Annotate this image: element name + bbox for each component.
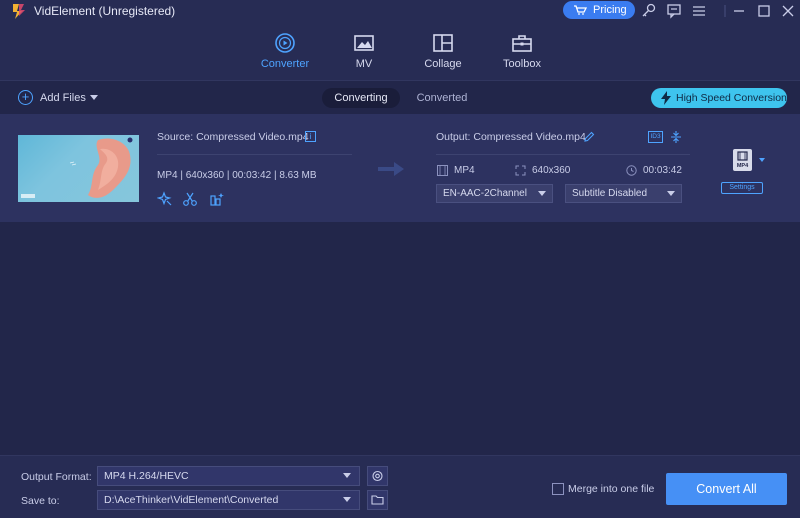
- edit-name-icon[interactable]: [583, 131, 595, 143]
- high-speed-label: High Speed Conversion: [676, 92, 787, 104]
- close-icon[interactable]: [779, 2, 797, 20]
- mv-icon: [354, 35, 374, 51]
- format-settings-button[interactable]: [367, 466, 388, 486]
- resolution-icon: [515, 165, 526, 176]
- settings-button[interactable]: Settings: [721, 182, 763, 194]
- tab-toolbox-label: Toolbox: [503, 58, 541, 70]
- subtitle-select[interactable]: Subtitle Disabled: [565, 184, 682, 203]
- tab-collage[interactable]: Collage: [403, 30, 483, 78]
- output-file-name: Output: Compressed Video.mp4: [436, 131, 586, 143]
- audio-track-value: EN-AAC-2Channel: [443, 188, 527, 199]
- tab-mv-label: MV: [355, 58, 373, 70]
- chevron-down-icon: [667, 191, 675, 196]
- tab-toolbox[interactable]: Toolbox: [482, 30, 562, 78]
- pricing-button[interactable]: Pricing: [563, 1, 635, 19]
- film-icon: [437, 165, 448, 176]
- compress-icon[interactable]: [670, 130, 682, 144]
- tab-converted[interactable]: Converted: [406, 88, 478, 108]
- add-files-label: Add Files: [40, 92, 86, 104]
- add-files-button[interactable]: + Add Files: [18, 90, 86, 106]
- pricing-label: Pricing: [593, 4, 627, 16]
- cart-icon: [574, 5, 587, 15]
- chevron-down-icon: [343, 473, 351, 478]
- high-speed-conversion-button[interactable]: High Speed Conversion: [651, 88, 787, 108]
- tab-converter[interactable]: Converter: [245, 30, 325, 78]
- save-to-label: Save to:: [21, 495, 60, 507]
- save-to-path: D:\AceThinker\VidElement\Converted: [104, 494, 279, 506]
- toolbox-icon: [512, 35, 532, 52]
- minimize-icon[interactable]: [730, 2, 748, 20]
- converter-icon: [275, 33, 295, 53]
- source-file-meta: MP4 | 640x360 | 00:03:42 | 8.63 MB: [157, 170, 317, 181]
- chevron-down-icon: [343, 497, 351, 502]
- enhance-icon[interactable]: [157, 191, 173, 207]
- maximize-icon[interactable]: [755, 2, 773, 20]
- output-format-select-value: MP4 H.264/HEVC: [104, 470, 189, 482]
- convert-all-button[interactable]: Convert All: [666, 473, 787, 505]
- collage-icon: [433, 34, 453, 52]
- gear-icon: [372, 470, 383, 482]
- bottom-bar: Output Format: MP4 H.264/HEVC Save to: D…: [0, 455, 800, 518]
- tab-converter-label: Converter: [260, 58, 310, 70]
- tab-collage-label: Collage: [424, 58, 462, 70]
- video-thumbnail[interactable]: [18, 135, 139, 202]
- add-files-dropdown-icon[interactable]: [90, 95, 98, 100]
- info-icon[interactable]: i: [305, 131, 316, 142]
- output-format: MP4: [437, 165, 475, 176]
- subtitle-value: Subtitle Disabled: [572, 188, 648, 199]
- tab-converting[interactable]: Converting: [322, 88, 400, 108]
- format-dropdown-icon[interactable]: [759, 158, 765, 162]
- convert-arrow-icon: [378, 162, 404, 176]
- open-folder-button[interactable]: [367, 490, 388, 510]
- title-bar: VidElement (Unregistered) Pricing: [0, 0, 800, 22]
- divider: [436, 154, 690, 155]
- merge-checkbox[interactable]: [552, 483, 564, 495]
- save-to-select[interactable]: D:\AceThinker\VidElement\Converted: [97, 490, 360, 510]
- merge-label: Merge into one file: [568, 483, 655, 495]
- lightning-icon: [661, 91, 671, 105]
- output-resolution-value: 640x360: [532, 165, 571, 176]
- source-file-name: Source: Compressed Video.mp4: [157, 131, 309, 143]
- add-icon: +: [18, 90, 33, 105]
- folder-icon: [371, 495, 384, 505]
- chevron-down-icon: [538, 191, 546, 196]
- output-format-value: MP4: [454, 165, 475, 176]
- output-format-select[interactable]: MP4 H.264/HEVC: [97, 466, 360, 486]
- tab-mv[interactable]: MV: [324, 30, 404, 78]
- main-nav: Converter MV Collage Toolbox: [0, 22, 800, 100]
- clock-icon: [626, 165, 637, 176]
- cut-icon[interactable]: [182, 191, 198, 207]
- output-format-label: Output Format:: [21, 471, 92, 483]
- key-icon[interactable]: [640, 2, 658, 20]
- thumbnail-image: [21, 137, 133, 198]
- id3-tag-icon[interactable]: ID3: [648, 131, 663, 143]
- divider: [157, 154, 352, 155]
- output-duration: 00:03:42: [626, 165, 682, 176]
- app-logo-icon: [13, 4, 25, 19]
- edit-effects-icon[interactable]: [209, 191, 225, 207]
- feedback-icon[interactable]: [665, 2, 683, 20]
- audio-track-select[interactable]: EN-AAC-2Channel: [436, 184, 553, 203]
- output-resolution: 640x360: [515, 165, 571, 176]
- window-title: VidElement (Unregistered): [34, 4, 176, 18]
- video-file-icon: [737, 151, 748, 161]
- toolbar: + Add Files Converting Converted High Sp…: [0, 80, 800, 114]
- menu-icon[interactable]: [690, 2, 708, 20]
- file-item: Source: Compressed Video.mp4 i MP4 | 640…: [0, 114, 800, 222]
- output-duration-value: 00:03:42: [643, 165, 682, 176]
- format-badge-label: MP4: [736, 163, 749, 169]
- output-format-icon[interactable]: MP4: [733, 149, 752, 171]
